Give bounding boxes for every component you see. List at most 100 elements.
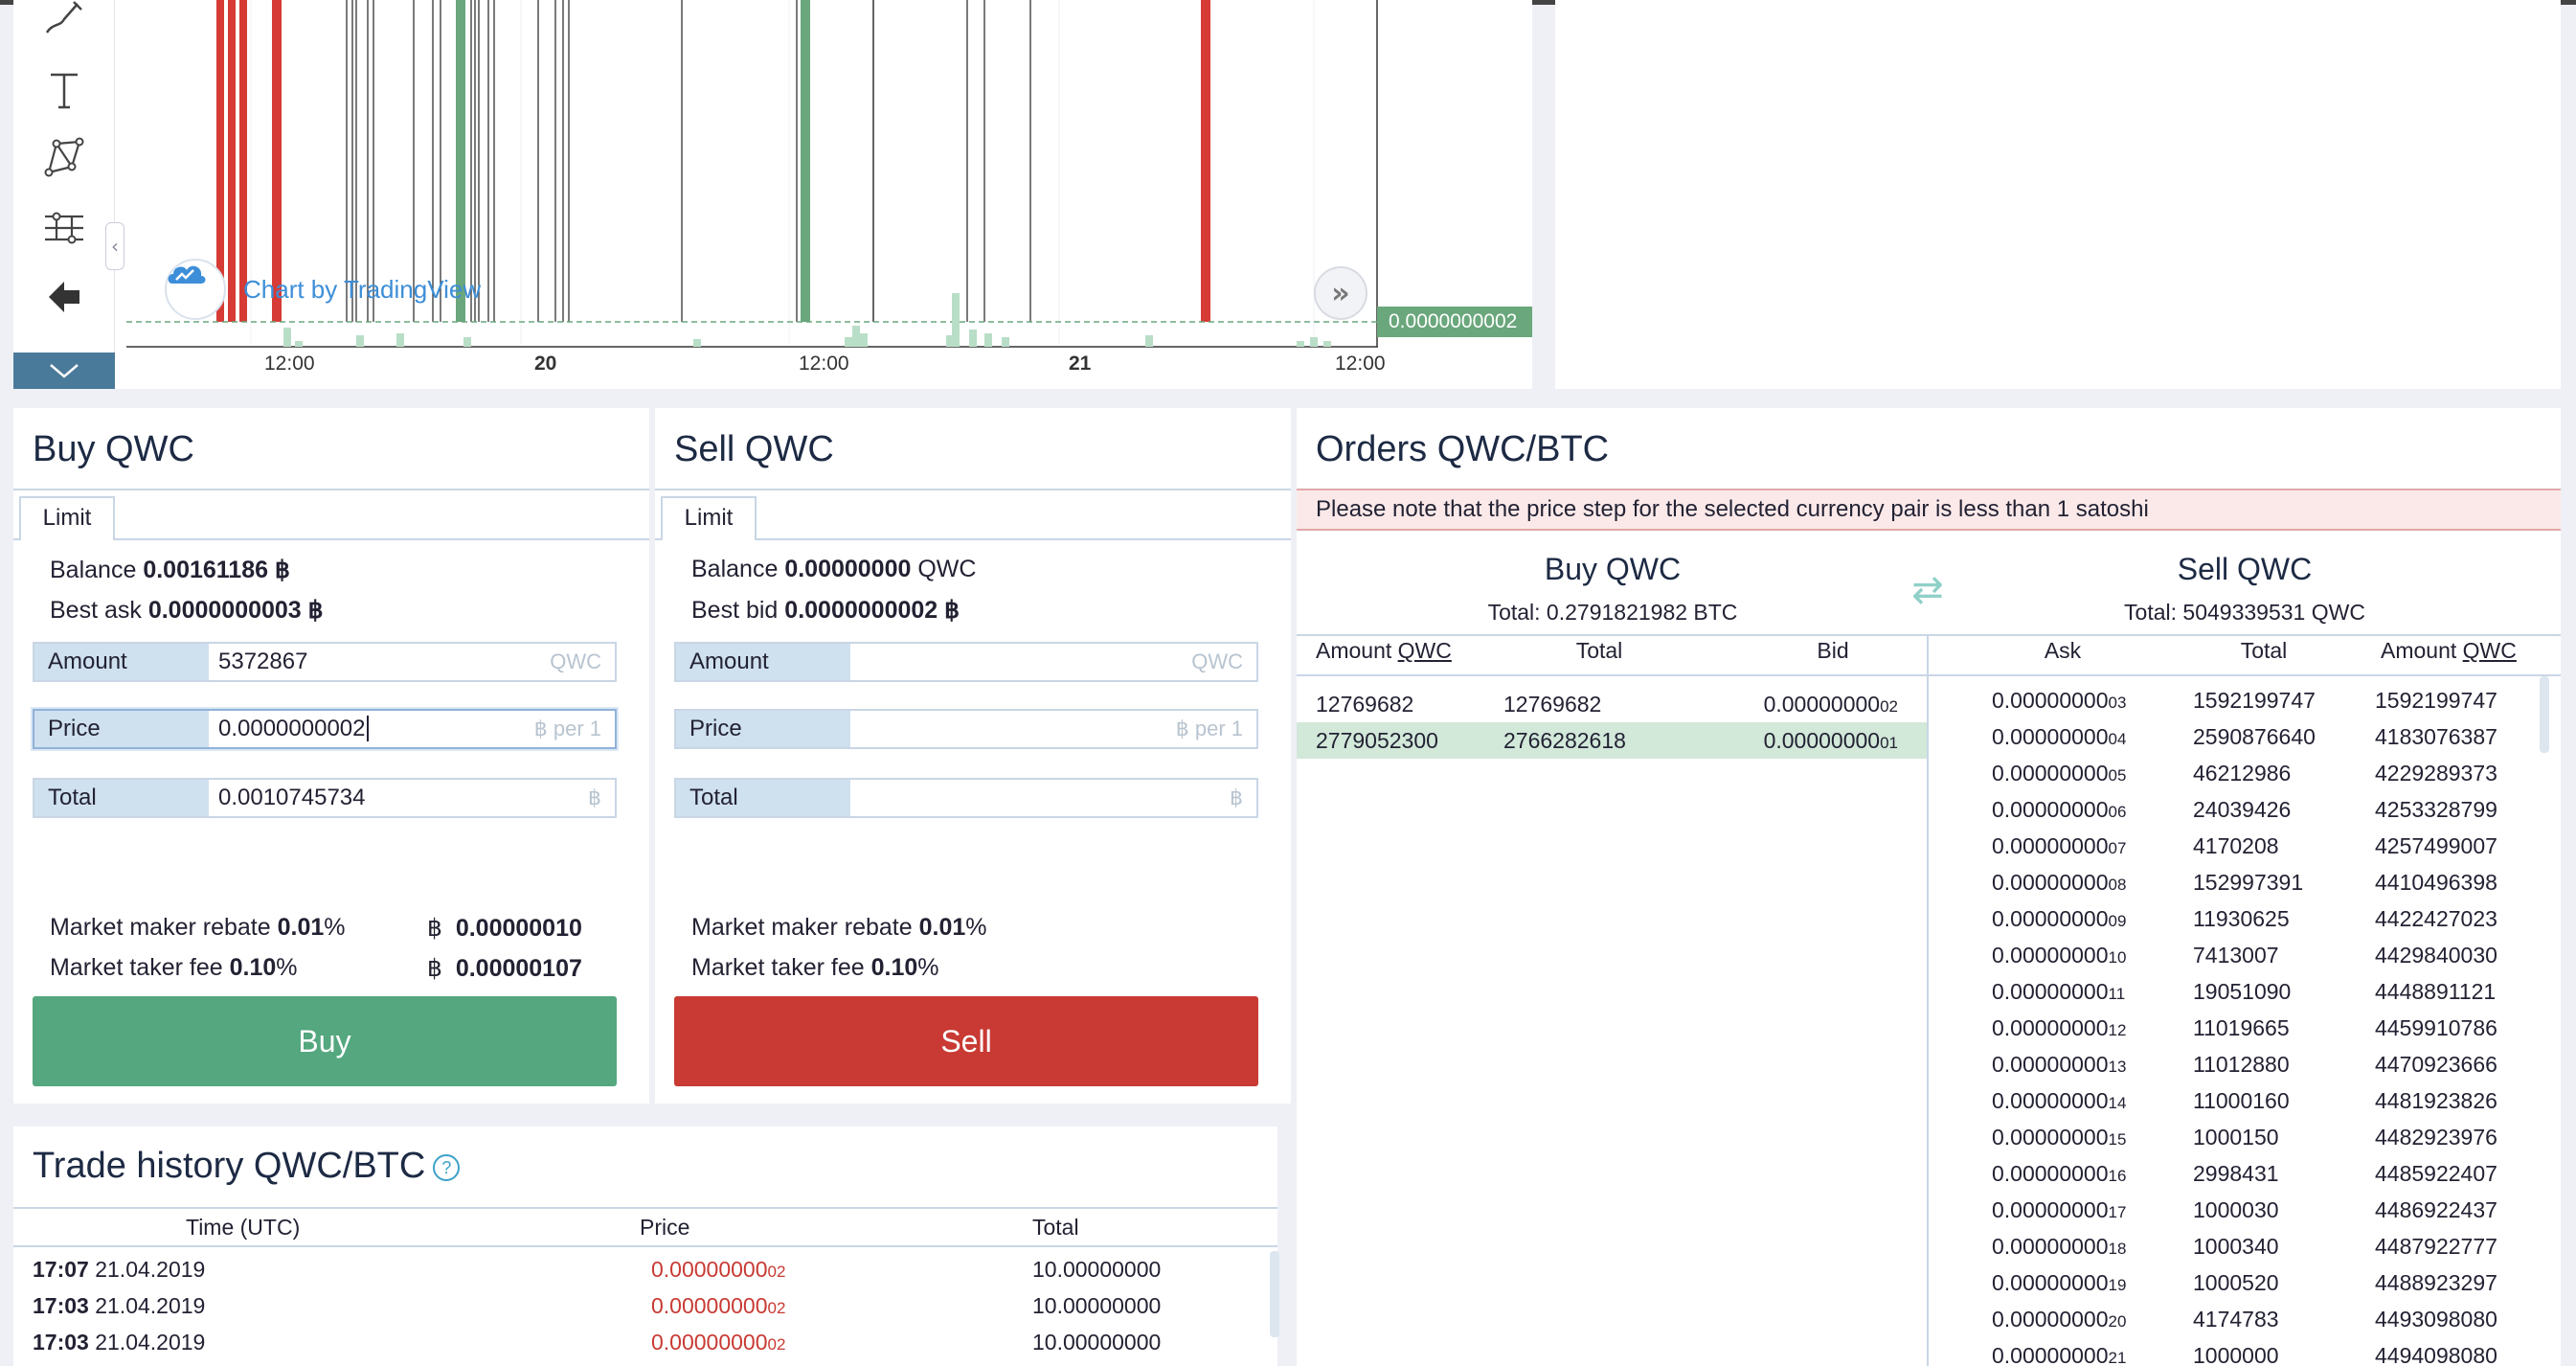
buy-orders-title: Buy QWC xyxy=(1544,552,1682,586)
toolbar-hide-handle[interactable]: ‹ xyxy=(105,222,124,270)
trade-history-panel: Trade history QWC/BTC? Time (UTC) Price … xyxy=(13,1127,1279,1366)
sell-balance: Balance 0.00000000 QWC xyxy=(691,556,976,583)
ask-row[interactable]: 0.0000000012 11019665 4459910786 xyxy=(1929,1010,2538,1046)
best-ask[interactable]: Best ask 0.0000000003 ฿ xyxy=(50,596,324,625)
sell-amount-field[interactable]: Amount QWC xyxy=(674,642,1258,682)
buy-balance: Balance 0.00161186 ฿ xyxy=(50,556,290,584)
trade-history-title-text: Trade history QWC/BTC xyxy=(33,1146,426,1186)
tradingview-cloud-icon xyxy=(165,259,226,320)
sell-price-field[interactable]: Price ฿ per 1 xyxy=(674,709,1258,749)
buy-total-input[interactable]: 0.0010745734 xyxy=(209,780,588,816)
taker-fee-value: 0.00000107 xyxy=(455,955,582,982)
ask-total: 46212986 xyxy=(2193,761,2292,785)
taker-fee-label: Market taker fee xyxy=(50,954,223,981)
maker-rebate-pct: 0.01 xyxy=(277,914,325,941)
volume-bar xyxy=(1145,335,1153,347)
ask-amount: 4183076387 xyxy=(2375,724,2497,749)
trade-row: 17:07 21.04.2019 0.0000000002 10.00000000 xyxy=(13,1251,1258,1287)
col-unit-link[interactable]: QWC xyxy=(1398,638,1452,663)
trade-price: 0.0000000002 xyxy=(651,1293,786,1318)
ask-amount: 4494098080 xyxy=(2375,1343,2497,1366)
buy-amount-field[interactable]: Amount 5372867 QWC xyxy=(33,642,617,682)
balance-label: Balance xyxy=(691,556,779,582)
ask-amount: 4422427023 xyxy=(2375,906,2497,931)
trade-time: 17:07 21.04.2019 xyxy=(33,1257,206,1282)
bids-col-bid: Bid xyxy=(1817,638,1849,663)
ask-price: 0.0000000003 xyxy=(1992,688,2127,713)
sell-amount-input[interactable] xyxy=(850,644,1191,680)
price-chart-panel: ‹ Chart by TradingView » 0.0000000002 12… xyxy=(13,0,1532,389)
buy-button[interactable]: Buy xyxy=(33,996,617,1086)
btc-unit: ฿ xyxy=(944,597,960,624)
current-price-label: 0.0000000002 xyxy=(1377,307,1532,337)
ask-price: 0.0000000017 xyxy=(1992,1197,2127,1222)
balance-value: 0.00000000 xyxy=(784,556,912,582)
scrollbar[interactable] xyxy=(2540,676,2549,753)
tradingview-watermark[interactable]: Chart by TradingView xyxy=(165,259,481,320)
drawing-toolbar xyxy=(13,0,115,389)
scroll-to-realtime-button[interactable]: » xyxy=(1314,266,1367,320)
trade-total: 10.00000000 xyxy=(1032,1257,1162,1282)
brush-icon[interactable] xyxy=(31,0,98,46)
toolbar-collapse-button[interactable] xyxy=(13,353,115,389)
col-unit-link[interactable]: QWC xyxy=(2463,638,2517,663)
ask-row[interactable]: 0.0000000006 24039426 4253328799 xyxy=(1929,791,2538,828)
ask-row[interactable]: 0.0000000003 1592199747 1592199747 xyxy=(1929,682,2538,718)
candlestick-plot[interactable]: Chart by TradingView » xyxy=(126,0,1378,389)
amount-label: Amount xyxy=(676,644,850,680)
best-bid[interactable]: Best bid 0.0000000002 ฿ xyxy=(691,596,960,625)
ask-row[interactable]: 0.0000000010 7413007 4429840030 xyxy=(1929,937,2538,973)
volume-bar xyxy=(295,341,303,347)
ask-row[interactable]: 0.0000000007 4170208 4257499007 xyxy=(1929,828,2538,864)
ask-total: 1000000 xyxy=(2193,1343,2279,1366)
buy-total-field[interactable]: Total 0.0010745734 ฿ xyxy=(33,778,617,818)
buy-amount-input[interactable]: 5372867 xyxy=(209,644,550,680)
bid-row[interactable]: 2779052300 2766282618 0.0000000001 xyxy=(1297,722,1927,759)
ask-row[interactable]: 0.0000000004 2590876640 4183076387 xyxy=(1929,718,2538,755)
ask-row[interactable]: 0.0000000015 1000150 4482923976 xyxy=(1929,1119,2538,1155)
volume-bar xyxy=(852,326,860,347)
ask-row[interactable]: 0.0000000008 152997391 4410496398 xyxy=(1929,864,2538,900)
sell-price-input[interactable] xyxy=(850,711,1176,747)
bids-col-amount[interactable]: Amount QWC xyxy=(1316,638,1452,664)
total-label: Total xyxy=(34,780,209,816)
scrollbar[interactable] xyxy=(1270,1251,1279,1337)
pattern-icon[interactable] xyxy=(31,130,98,184)
trade-history-title: Trade history QWC/BTC? xyxy=(33,1146,461,1187)
sell-total-input[interactable] xyxy=(850,780,1230,816)
ask-row[interactable]: 0.0000000021 1000000 4494098080 xyxy=(1929,1337,2538,1366)
ask-row[interactable]: 0.0000000019 1000520 4488923297 xyxy=(1929,1264,2538,1301)
sell-total-field[interactable]: Total ฿ xyxy=(674,778,1258,818)
volume-bar xyxy=(1310,337,1318,347)
ask-row[interactable]: 0.0000000018 1000340 4487922777 xyxy=(1929,1228,2538,1264)
ask-row[interactable]: 0.0000000009 11930625 4422427023 xyxy=(1929,900,2538,937)
chevron-down-icon xyxy=(50,364,79,378)
buy-price-field[interactable]: Price 0.0000000002​ ฿ per 1 xyxy=(33,709,617,749)
ask-price: 0.0000000008 xyxy=(1992,870,2127,895)
sell-orders-title: Sell QWC xyxy=(2177,552,2313,586)
ask-row[interactable]: 0.0000000017 1000030 4486922437 xyxy=(1929,1192,2538,1228)
ask-row[interactable]: 0.0000000014 11000160 4481923826 xyxy=(1929,1082,2538,1119)
text-icon[interactable] xyxy=(31,63,98,117)
back-arrow-icon[interactable] xyxy=(31,270,98,324)
volume-bar xyxy=(1297,341,1304,347)
help-icon[interactable]: ? xyxy=(433,1153,461,1181)
bid-row[interactable]: 12769682 12769682 0.0000000002 xyxy=(1297,686,1927,722)
bid-total: 12769682 xyxy=(1503,692,1602,717)
tab-limit[interactable]: Limit xyxy=(19,496,115,540)
tab-limit[interactable]: Limit xyxy=(661,496,757,540)
ask-row[interactable]: 0.0000000016 2998431 4485922407 xyxy=(1929,1155,2538,1192)
ask-row[interactable]: 0.0000000013 11012880 4470923666 xyxy=(1929,1046,2538,1082)
measure-icon[interactable] xyxy=(31,199,98,253)
sell-button[interactable]: Sell xyxy=(674,996,1258,1086)
buy-price-input[interactable]: 0.0000000002​ xyxy=(209,711,534,747)
ask-row[interactable]: 0.0000000011 19051090 4448891121 xyxy=(1929,973,2538,1010)
ask-total: 152997391 xyxy=(2193,870,2304,895)
sell-form-title: Sell QWC xyxy=(674,429,834,469)
price-unit: ฿ per 1 xyxy=(533,717,601,740)
ask-row[interactable]: 0.0000000020 4174783 4493098080 xyxy=(1929,1301,2538,1337)
asks-col-amount[interactable]: Amount QWC xyxy=(2381,638,2517,664)
amount-unit: QWC xyxy=(1191,649,1243,673)
ask-price: 0.0000000007 xyxy=(1992,833,2127,858)
ask-row[interactable]: 0.0000000005 46212986 4229289373 xyxy=(1929,755,2538,791)
